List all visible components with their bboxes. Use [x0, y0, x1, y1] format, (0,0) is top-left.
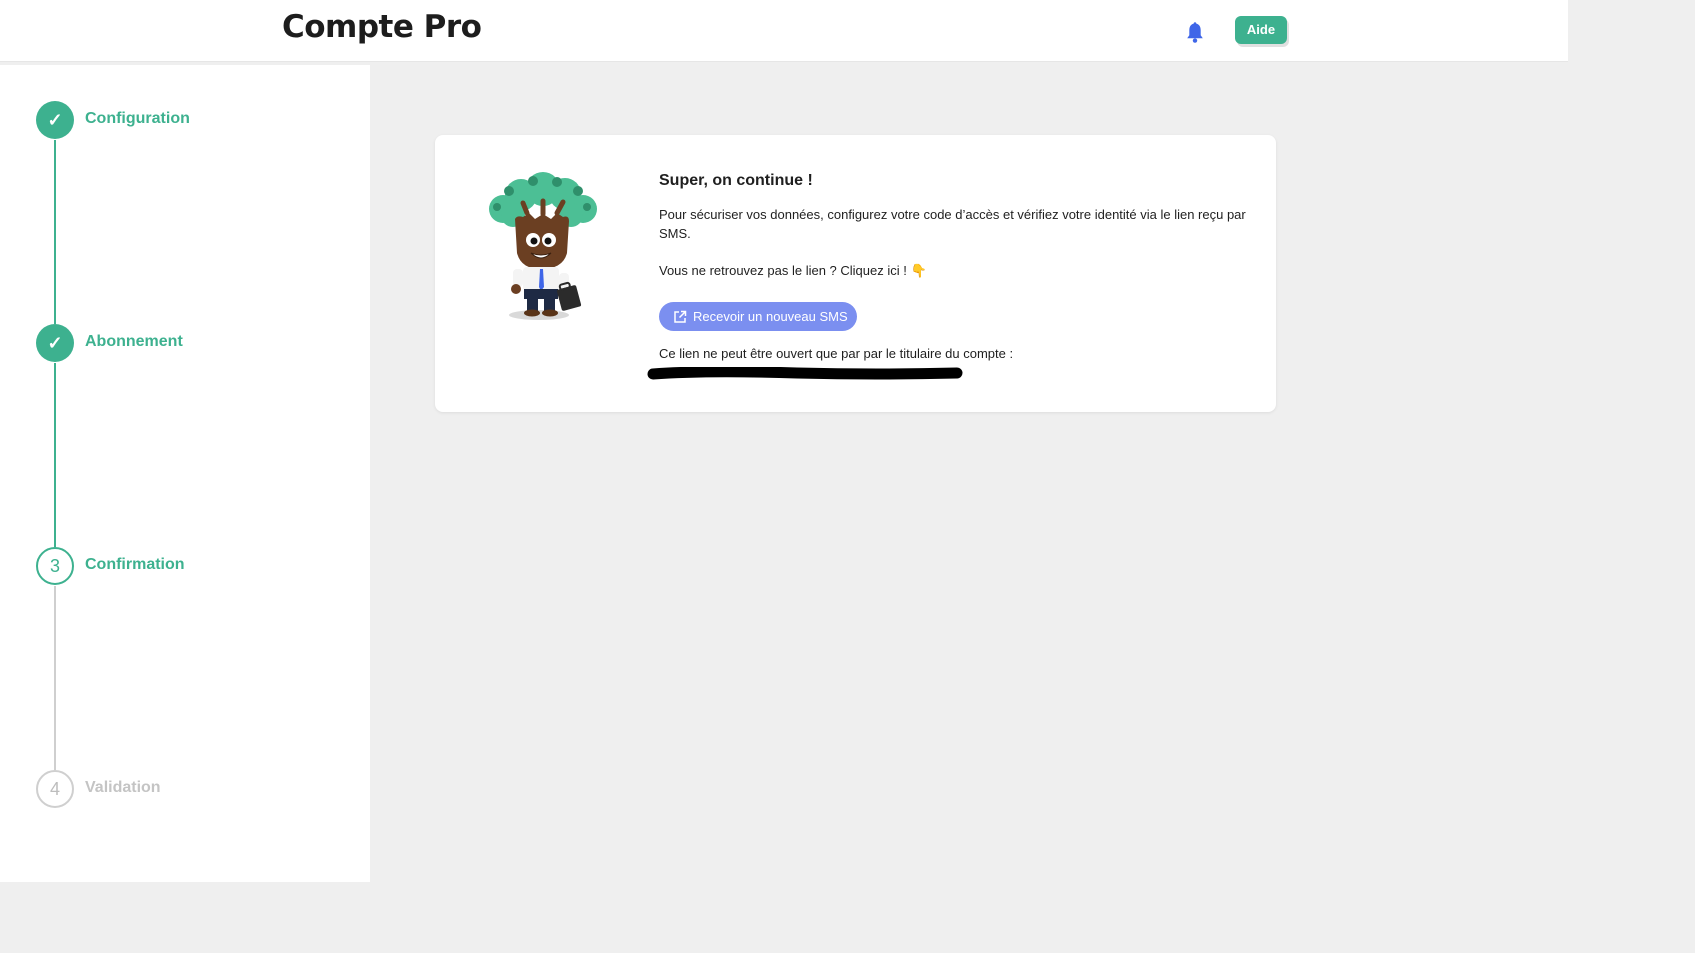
- card-description: Pour sécuriser vos données, configurez v…: [659, 207, 1246, 241]
- step-label: Configuration: [85, 110, 190, 127]
- tree-mascot-illustration: [489, 172, 597, 320]
- owner-notice-text: Ce lien ne peut être ouvert que par par …: [659, 346, 1014, 361]
- stepper-sidebar: ✓ Configuration ✓ Abonnement 3 Confirmat…: [0, 65, 370, 882]
- confirmation-card: Super, on continue ! Pour sécuriser vos …: [435, 135, 1276, 412]
- resend-sms-button[interactable]: Recevoir un nouveau SMS: [659, 302, 857, 331]
- resend-sms-label: Recevoir un nouveau SMS: [693, 309, 848, 324]
- step-connector: [54, 586, 56, 770]
- step-check-icon: ✓: [36, 324, 74, 362]
- step-connector: [54, 363, 56, 547]
- step-connector: [54, 140, 56, 324]
- bell-icon[interactable]: [1185, 22, 1205, 44]
- help-button[interactable]: Aide: [1235, 16, 1287, 44]
- step-number: 4: [36, 770, 74, 808]
- card-title: Super, on continue !: [659, 172, 813, 189]
- app-title: Compte Pro: [282, 9, 482, 45]
- top-bar: Compte Pro Aide: [0, 0, 1568, 62]
- external-link-icon: [674, 310, 687, 323]
- step-check-icon: ✓: [36, 101, 74, 139]
- resend-hint-text: Vous ne retrouvez pas le lien ? Cliquez …: [659, 263, 927, 278]
- step-label: Validation: [85, 779, 161, 796]
- step-label: Confirmation: [85, 556, 185, 573]
- step-number: 3: [36, 547, 74, 585]
- step-label: Abonnement: [85, 333, 183, 350]
- redaction-mark: [647, 367, 963, 380]
